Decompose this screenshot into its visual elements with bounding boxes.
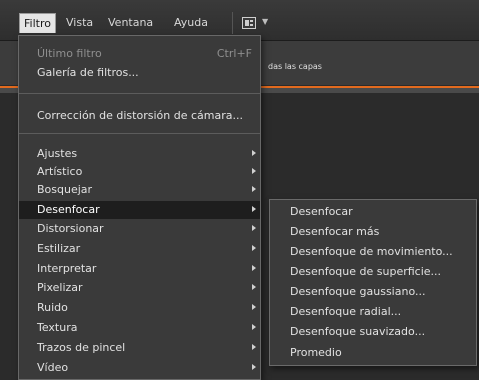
- submenu-arrow-icon: [252, 150, 256, 156]
- menu-item-bosquejar[interactable]: Bosquejar: [19, 181, 260, 199]
- menu-item-label: Ajustes: [37, 147, 78, 160]
- menu-item-label: Estilizar: [37, 242, 81, 255]
- menu-item-label: Textura: [37, 321, 78, 334]
- menu-item-label: Artístico: [37, 165, 83, 178]
- filter-menu: Último filtro Ctrl+F Galería de filtros.…: [18, 35, 261, 380]
- submenu-item-desenfoque-gaussiano[interactable]: Desenfoque gaussiano...: [270, 282, 476, 302]
- submenu-item-desenfoque-movimiento[interactable]: Desenfoque de movimiento...: [270, 242, 476, 262]
- dropdown-caret-icon[interactable]: ▼: [262, 17, 268, 26]
- menu-item-estilizar[interactable]: Estilizar: [19, 240, 260, 258]
- menu-item-ruido[interactable]: Ruido: [19, 299, 260, 317]
- submenu-item-desenfocar[interactable]: Desenfocar: [270, 202, 476, 222]
- submenu-arrow-icon: [252, 284, 256, 290]
- menu-item-desenfocar[interactable]: Desenfocar: [19, 201, 260, 219]
- menu-item-label: Corrección de distorsión de cámara...: [37, 109, 243, 122]
- submenu-arrow-icon: [252, 186, 256, 192]
- submenu-arrow-icon: [252, 304, 256, 310]
- menu-item-distorsionar[interactable]: Distorsionar: [19, 220, 260, 238]
- submenu-arrow-icon: [252, 364, 256, 370]
- submenu-arrow-icon: [252, 206, 256, 212]
- menu-item-label: Bosquejar: [37, 183, 93, 196]
- arrange-documents-icon[interactable]: [242, 17, 256, 29]
- menu-item-shortcut: Ctrl+F: [216, 47, 252, 60]
- submenu-item-desenfoque-radial[interactable]: Desenfoque radial...: [270, 302, 476, 322]
- menu-item-pixelizar[interactable]: Pixelizar: [19, 279, 260, 297]
- menu-item-interpretar[interactable]: Interpretar: [19, 260, 260, 278]
- menu-item-ultimo-filtro: Último filtro Ctrl+F: [19, 45, 260, 63]
- menu-item-label: Distorsionar: [37, 222, 104, 235]
- menu-filtro[interactable]: Filtro: [19, 13, 56, 33]
- submenu-item-desenfoque-superficie[interactable]: Desenfoque de superficie...: [270, 262, 476, 282]
- options-bar-text: das las capas: [268, 62, 322, 71]
- menu-ventana[interactable]: Ventana: [104, 13, 157, 33]
- submenu-item-desenfocar-mas[interactable]: Desenfocar más: [270, 222, 476, 242]
- desenfocar-submenu: Desenfocar Desenfocar más Desenfoque de …: [269, 199, 477, 366]
- menu-item-ajustes[interactable]: Ajustes: [19, 145, 260, 163]
- menu-item-correccion-distorsion-camara[interactable]: Corrección de distorsión de cámara...: [19, 107, 260, 125]
- menu-item-trazos-de-pincel[interactable]: Trazos de pincel: [19, 339, 260, 357]
- submenu-arrow-icon: [252, 225, 256, 231]
- menu-item-label: Ruido: [37, 301, 68, 314]
- menu-ayuda[interactable]: Ayuda: [170, 13, 212, 33]
- menu-item-artistico[interactable]: Artístico: [19, 163, 260, 181]
- menu-item-video[interactable]: Vídeo: [19, 359, 260, 377]
- menu-item-label: Galería de filtros...: [37, 66, 139, 79]
- menu-item-galeria-de-filtros[interactable]: Galería de filtros...: [19, 64, 260, 82]
- submenu-arrow-icon: [252, 324, 256, 330]
- menu-item-label: Trazos de pincel: [37, 341, 126, 354]
- menu-item-label: Vídeo: [37, 361, 69, 374]
- menu-item-label: Interpretar: [37, 262, 97, 275]
- menu-item-label: Pixelizar: [37, 281, 83, 294]
- submenu-arrow-icon: [252, 265, 256, 271]
- submenu-arrow-icon: [252, 245, 256, 251]
- menu-vista[interactable]: Vista: [62, 13, 97, 33]
- submenu-arrow-icon: [252, 168, 256, 174]
- menu-item-label: Último filtro: [37, 47, 102, 60]
- menu-item-label: Desenfocar: [37, 203, 100, 216]
- submenu-arrow-icon: [252, 344, 256, 350]
- submenu-item-desenfoque-suavizado[interactable]: Desenfoque suavizado...: [270, 322, 476, 342]
- menu-separator: [19, 133, 260, 134]
- menu-item-textura[interactable]: Textura: [19, 319, 260, 337]
- submenu-item-promedio[interactable]: Promedio: [270, 343, 476, 363]
- menubar-divider: [232, 12, 233, 34]
- menu-separator: [19, 93, 260, 94]
